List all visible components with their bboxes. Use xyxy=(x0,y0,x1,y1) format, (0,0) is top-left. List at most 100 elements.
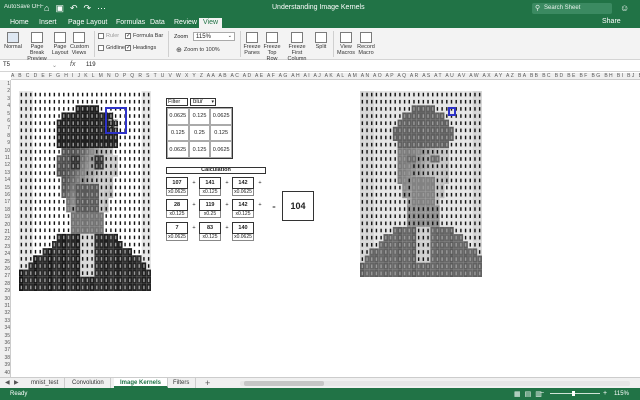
calc-value-cell[interactable]: 141 xyxy=(199,177,221,189)
redo-icon[interactable]: ↷ xyxy=(84,3,92,13)
freeze-top-row-button[interactable]: Freeze Top Row xyxy=(262,30,282,62)
kernel-cell[interactable]: 0.0625 xyxy=(167,108,189,125)
zoom-to-100-button[interactable]: ⊕ Zoom to 100% xyxy=(176,46,220,54)
row-header[interactable]: 10 xyxy=(0,148,10,154)
page-layout-view-icon[interactable]: ▤ xyxy=(525,390,532,398)
tab-view[interactable]: View xyxy=(199,18,223,28)
account-icon[interactable]: ☺ xyxy=(620,3,629,13)
row-header[interactable]: 29 xyxy=(0,288,10,294)
next-sheet-icon[interactable]: ▶ xyxy=(14,379,19,386)
row-header[interactable]: 38 xyxy=(0,355,10,361)
row-header[interactable]: 27 xyxy=(0,273,10,279)
calc-value-cell[interactable]: 140 xyxy=(232,222,254,234)
row-header[interactable]: 39 xyxy=(0,362,10,368)
tab-data[interactable]: Data xyxy=(146,18,169,28)
calc-value-cell[interactable]: 142 xyxy=(232,199,254,211)
add-sheet-button[interactable]: + xyxy=(205,378,210,388)
row-header[interactable]: 13 xyxy=(0,170,10,176)
headings-checkbox[interactable]: ✓ Headings xyxy=(125,45,156,51)
row-header[interactable]: 24 xyxy=(0,251,10,257)
tab-page-layout[interactable]: Page Layout xyxy=(64,18,111,28)
zoom-percentage[interactable]: 115% xyxy=(614,391,629,397)
horizontal-scrollbar[interactable] xyxy=(240,381,630,386)
row-header[interactable]: 7 xyxy=(0,125,10,131)
row-header[interactable]: 40 xyxy=(0,370,10,376)
gridlines-checkbox[interactable]: Gridlines xyxy=(98,45,128,51)
row-header[interactable]: 11 xyxy=(0,155,10,161)
kernel-cell[interactable]: 0.0625 xyxy=(167,141,189,158)
calc-value-cell[interactable]: 107 xyxy=(166,177,188,189)
row-header[interactable]: 25 xyxy=(0,259,10,265)
kernel-cell[interactable]: 0.25 xyxy=(188,124,211,142)
row-header[interactable]: 14 xyxy=(0,177,10,183)
row-header[interactable]: 9 xyxy=(0,140,10,146)
kernel-cell[interactable]: 0.125 xyxy=(188,108,211,125)
row-header[interactable]: 35 xyxy=(0,333,10,339)
row-header[interactable]: 3 xyxy=(0,96,10,102)
row-header[interactable]: 28 xyxy=(0,281,10,287)
ruler-checkbox[interactable]: Ruler xyxy=(98,33,119,39)
name-box[interactable]: T5 xyxy=(3,62,43,70)
row-header[interactable]: 8 xyxy=(0,133,10,139)
search-sheet-input[interactable]: ⚲ Search Sheet xyxy=(532,3,612,14)
row-headers[interactable]: 1 2 3 4 5 6 7 8 9 10 11 12 13 14 15 16 17 18 19 20 21 22 23 24 2… xyxy=(0,80,11,377)
row-header[interactable]: 18 xyxy=(0,207,10,213)
undo-icon[interactable]: ↶ xyxy=(70,3,78,13)
row-header[interactable]: 30 xyxy=(0,296,10,302)
autosave-toggle[interactable]: AutoSave OFF xyxy=(4,4,44,10)
zoom-slider[interactable] xyxy=(550,391,600,396)
zoom-in-button[interactable]: + xyxy=(603,390,607,397)
kernel-cell[interactable]: 0.125 xyxy=(210,124,232,142)
normal-view-icon[interactable]: ▦ xyxy=(514,390,521,398)
record-macro-button[interactable]: Record Macro xyxy=(356,30,376,56)
filter-select[interactable]: blur ▾ xyxy=(190,98,216,106)
prev-sheet-icon[interactable]: ◀ xyxy=(5,379,10,386)
save-icon[interactable]: ▣ xyxy=(55,3,64,13)
kernel-cell[interactable]: 0.0625 xyxy=(210,108,232,125)
row-header[interactable]: 34 xyxy=(0,325,10,331)
row-header[interactable]: 12 xyxy=(0,162,10,168)
column-headers[interactable]: A B C D E F G H I J K L M N O P Q R S T … xyxy=(11,73,640,80)
row-header[interactable]: 20 xyxy=(0,222,10,228)
row-header[interactable]: 21 xyxy=(0,229,10,235)
row-header[interactable]: 33 xyxy=(0,318,10,324)
row-header[interactable]: 37 xyxy=(0,347,10,353)
row-header[interactable]: 36 xyxy=(0,340,10,346)
tab-insert[interactable]: Insert xyxy=(35,18,61,28)
pixel-image-original[interactable] xyxy=(19,91,151,291)
row-header[interactable]: 5 xyxy=(0,111,10,117)
home-icon[interactable]: ⌂ xyxy=(44,3,49,13)
page-layout-button[interactable]: Page Layout xyxy=(51,30,69,56)
tab-home[interactable]: Home xyxy=(6,18,33,28)
formula-bar-checkbox[interactable]: ✓ Formula Bar xyxy=(125,33,163,39)
row-header[interactable]: 4 xyxy=(0,103,10,109)
calc-value-cell[interactable]: 142 xyxy=(232,177,254,189)
scrollbar-thumb[interactable] xyxy=(244,381,324,386)
sheet-tab-image-kernels[interactable]: Image Kernels xyxy=(114,378,169,388)
row-header[interactable]: 32 xyxy=(0,310,10,316)
tab-formulas[interactable]: Formulas xyxy=(112,18,149,28)
zoom-slider-knob[interactable] xyxy=(572,391,575,396)
row-header[interactable]: 1 xyxy=(0,81,10,87)
calc-value-cell[interactable]: 119 xyxy=(199,199,221,211)
zoom-out-button[interactable]: − xyxy=(540,390,544,397)
row-header[interactable]: 17 xyxy=(0,199,10,205)
sheet-tab-filters[interactable]: Filters xyxy=(167,378,197,388)
freeze-panes-button[interactable]: Freeze Panes xyxy=(243,30,261,56)
row-header[interactable]: 15 xyxy=(0,185,10,191)
custom-views-button[interactable]: Custom Views xyxy=(70,30,89,56)
more-icon[interactable]: ⋯ xyxy=(97,3,106,13)
pixel-image-filtered[interactable] xyxy=(360,91,482,277)
calc-value-cell[interactable]: 28 xyxy=(166,199,188,211)
kernel-cell[interactable]: 0.0625 xyxy=(210,141,232,158)
name-box-dropdown-icon[interactable]: ⌄ xyxy=(52,62,57,69)
freeze-first-column-button[interactable]: Freeze First Column xyxy=(283,30,311,62)
zoom-select[interactable]: 115% ⌄ xyxy=(193,32,235,41)
calc-value-cell[interactable]: 83 xyxy=(199,222,221,234)
row-header[interactable]: 23 xyxy=(0,244,10,250)
sheet-tab-mnist-test[interactable]: mnist_test xyxy=(25,378,66,388)
tab-review[interactable]: Review xyxy=(170,18,201,28)
row-header[interactable]: 2 xyxy=(0,88,10,94)
normal-view-button[interactable]: Normal xyxy=(3,30,23,50)
row-header[interactable]: 6 xyxy=(0,118,10,124)
